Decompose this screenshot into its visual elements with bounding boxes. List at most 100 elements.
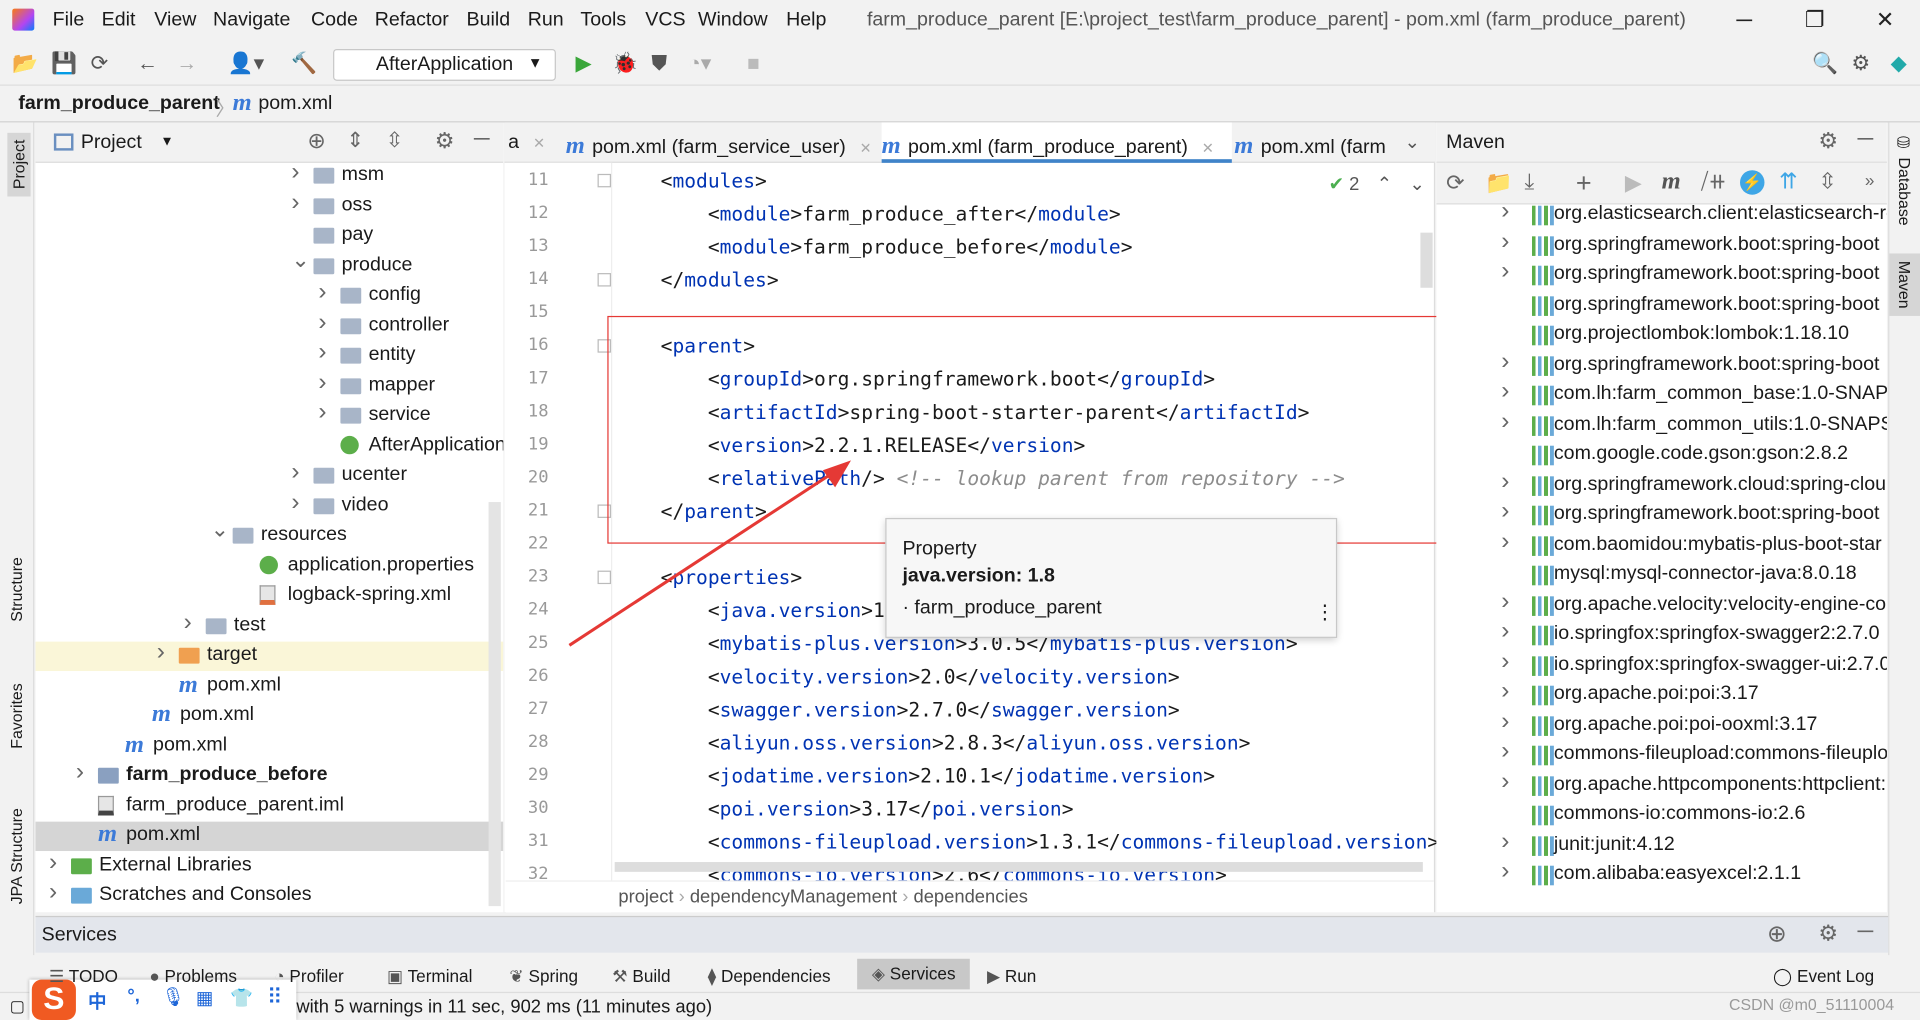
- maven-dependency-item[interactable]: › org.springframework.boot:spring-boot: [1436, 257, 1887, 290]
- bottom-tab-spring[interactable]: ❦ Spring: [509, 966, 578, 987]
- tab-label: Terminal: [407, 966, 473, 986]
- hide-icon[interactable]: ─: [1858, 918, 1874, 944]
- chevron-right-icon[interactable]: ›: [1501, 617, 1509, 645]
- dependency-label: org.elasticsearch.client:elasticsearch-r…: [1553, 203, 1887, 225]
- close-tab-icon[interactable]: ✕: [529, 135, 545, 152]
- chevron-right-icon[interactable]: ›: [1501, 227, 1509, 255]
- chevron-right-icon[interactable]: ›: [1501, 407, 1509, 435]
- maven-dependency-item[interactable]: mysql:mysql-connector-java:8.0.18: [1436, 561, 1887, 590]
- maven-dependency-item[interactable]: › io.springfox:springfox-swagger-ui:2.7.0: [1436, 647, 1887, 680]
- editor-tab[interactable]: m pom.xml (farm: [1234, 122, 1405, 162]
- tab-label: pom.xml (farm_produce_parent): [908, 137, 1188, 158]
- editor-tab[interactable]: a ✕: [508, 122, 562, 162]
- chevron-right-icon[interactable]: ›: [1501, 377, 1509, 405]
- maven-dependency-item[interactable]: › io.springfox:springfox-swagger2:2.7.0: [1436, 617, 1887, 650]
- maven-header: Maven ⚙ ─: [1436, 122, 1887, 163]
- maven-dependency-item[interactable]: commons-io:commons-io:2.6: [1436, 801, 1887, 830]
- close-tab-icon[interactable]: ✕: [1198, 140, 1214, 157]
- chevron-right-icon[interactable]: ›: [1501, 707, 1509, 735]
- chevron-right-icon[interactable]: ›: [1501, 497, 1509, 525]
- more-icon[interactable]: »: [1865, 170, 1875, 190]
- bottom-tab-problems[interactable]: ● Problems: [149, 966, 237, 986]
- database-tool-button[interactable]: ⛁ Database: [1896, 135, 1914, 226]
- bottom-tab-dependencies[interactable]: ⧫ Dependencies: [708, 966, 831, 987]
- bottom-tab-build[interactable]: ⚒ Build: [612, 966, 670, 987]
- maven-dependency-item[interactable]: › org.apache.httpcomponents:httpclient:: [1436, 767, 1887, 800]
- chevron-right-icon[interactable]: ›: [1501, 527, 1509, 555]
- bottom-tab-profiler[interactable]: ◔ Profiler: [274, 966, 343, 986]
- maven-dependency-item[interactable]: › org.springframework.boot:spring-boot: [1436, 227, 1887, 260]
- maven-dependency-item[interactable]: › com.lh:farm_common_base:1.0-SNAPSH: [1436, 377, 1887, 410]
- maven-dependency-item[interactable]: › org.springframework.cloud:spring-clou: [1436, 467, 1887, 500]
- tab-label: pom.xml (farm: [1260, 137, 1386, 158]
- run-icon[interactable]: ▶: [1625, 170, 1642, 196]
- chevron-right-icon[interactable]: ›: [1501, 197, 1509, 225]
- maven-dependency-item[interactable]: › commons-fileupload:commons-fileuplo: [1436, 737, 1887, 770]
- maven-dependency-item[interactable]: org.projectlombok:lombok:1.18.10: [1436, 321, 1887, 350]
- maven-dependency-item[interactable]: › com.alibaba:easyexcel:2.1.1: [1436, 857, 1887, 890]
- library-icon: [1531, 205, 1554, 226]
- dependency-label: com.baomidou:mybatis-plus-boot-star: [1553, 533, 1882, 555]
- chevron-right-icon[interactable]: ›: [1501, 257, 1509, 285]
- dependency-label: org.projectlombok:lombok:1.18.10: [1553, 323, 1850, 345]
- popup-source[interactable]: · farm_produce_parent: [902, 598, 1101, 620]
- event-log-tab[interactable]: ◯ Event Log: [1773, 966, 1874, 987]
- bottom-tab-todo[interactable]: ☰ TODO: [49, 966, 118, 987]
- more-options-icon[interactable]: ⋮: [1315, 600, 1335, 624]
- chevron-right-icon[interactable]: ›: [1501, 827, 1509, 855]
- tab-label: a: [508, 132, 520, 154]
- chevron-right-icon[interactable]: ›: [1501, 587, 1509, 615]
- bottom-tab-services[interactable]: ◈ Services: [857, 958, 971, 990]
- show-dependencies-icon[interactable]: ⇈: [1779, 169, 1797, 195]
- maven-tool-button[interactable]: Maven: [1889, 253, 1920, 316]
- toolbox-icon[interactable]: ⠿: [267, 986, 282, 1010]
- execute-goal-icon[interactable]: m: [1662, 168, 1681, 196]
- maven-dependency-item[interactable]: › junit:junit:4.12: [1436, 827, 1887, 860]
- ime-punctuation[interactable]: °,: [127, 986, 139, 1007]
- settings-icon[interactable]: ⚙: [1818, 921, 1838, 947]
- status-toggle-icon[interactable]: ▢: [10, 997, 25, 1017]
- collapse-all-icon[interactable]: ⇳: [1818, 169, 1836, 195]
- bottom-tab-terminal[interactable]: ▣ Terminal: [387, 966, 472, 987]
- library-icon: [1531, 715, 1554, 736]
- dependency-label: io.springfox:springfox-swagger-ui:2.7.0: [1553, 653, 1887, 675]
- bottom-tab-run[interactable]: ▶ Run: [987, 966, 1036, 987]
- ime-language[interactable]: 中: [88, 988, 106, 1014]
- chevron-right-icon[interactable]: ›: [1501, 857, 1509, 885]
- generate-sources-icon[interactable]: 📁: [1485, 170, 1512, 196]
- editor-tab[interactable]: m pom.xml (farm_produce_parent) ✕: [881, 122, 1232, 163]
- skip-tests-icon[interactable]: ⧸⧺: [1701, 169, 1727, 195]
- chevron-right-icon[interactable]: ›: [1501, 767, 1509, 795]
- settings-icon[interactable]: ⚙: [1818, 129, 1838, 155]
- dependency-label: com.lh:farm_common_utils:1.0-SNAPSH: [1553, 413, 1887, 435]
- maven-dependency-item[interactable]: › com.baomidou:mybatis-plus-boot-star: [1436, 527, 1887, 560]
- editor-tab[interactable]: m pom.xml (farm_service_user) ✕: [566, 122, 870, 162]
- microphone-icon[interactable]: 🎙: [162, 986, 185, 1008]
- status-message[interactable]: with 5 warnings in 11 sec, 902 ms (11 mi…: [296, 997, 712, 1018]
- close-tab-icon[interactable]: ✕: [856, 140, 870, 157]
- maven-dependency-item[interactable]: › org.springframework.boot:spring-boot: [1436, 497, 1887, 530]
- download-icon[interactable]: ⤓: [1524, 169, 1534, 195]
- offline-icon[interactable]: ⚡: [1740, 170, 1765, 195]
- services-panel-header: Services ⊕ ⚙ ─: [35, 915, 1889, 953]
- chevron-right-icon[interactable]: ›: [1501, 677, 1509, 705]
- skin-icon[interactable]: 👕: [230, 987, 253, 1009]
- reload-icon[interactable]: ⟳: [1446, 170, 1464, 196]
- keyboard-icon[interactable]: ▦: [196, 987, 213, 1009]
- chevron-right-icon[interactable]: ›: [1501, 647, 1509, 675]
- chevron-right-icon[interactable]: ›: [1501, 347, 1509, 375]
- maven-dependency-item[interactable]: › org.apache.velocity:velocity-engine-co: [1436, 587, 1887, 620]
- maven-dependency-item[interactable]: › org.apache.poi:poi-ooxml:3.17: [1436, 707, 1887, 740]
- hide-icon[interactable]: ─: [1858, 126, 1874, 152]
- maven-dependency-item[interactable]: › com.lh:farm_common_utils:1.0-SNAPSH: [1436, 407, 1887, 440]
- maven-dependency-item[interactable]: › org.elasticsearch.client:elasticsearch-…: [1436, 197, 1887, 230]
- chevron-right-icon[interactable]: ›: [1501, 737, 1509, 765]
- maven-dependency-item[interactable]: › org.apache.poi:poi:3.17: [1436, 677, 1887, 710]
- locate-icon[interactable]: ⊕: [1767, 921, 1786, 949]
- maven-dependency-item[interactable]: › org.springframework.boot:spring-boot: [1436, 347, 1887, 380]
- maven-dependency-item[interactable]: org.springframework.boot:spring-boot: [1436, 291, 1887, 320]
- add-icon[interactable]: +: [1576, 168, 1592, 200]
- chevron-right-icon[interactable]: ›: [1501, 467, 1509, 495]
- maven-dependency-item[interactable]: com.google.code.gson:gson:2.8.2: [1436, 441, 1887, 470]
- popup-source-label: farm_produce_parent: [914, 597, 1102, 619]
